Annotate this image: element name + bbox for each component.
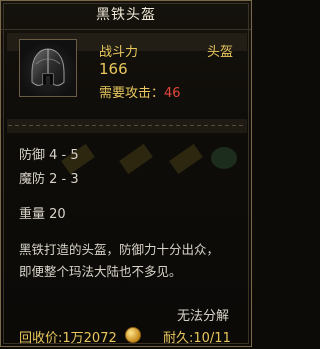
- description-line2: 即便整个玛法大陆也不多见。: [19, 264, 182, 279]
- item-tooltip: 黑铁头盔 战斗力 头盔 166 需要攻击：46 防御 4 - 5 魔防 2 - …: [0, 0, 252, 347]
- defense-stat: 防御 4 - 5: [19, 148, 79, 163]
- combat-power-label: 战斗力: [99, 45, 139, 60]
- background-ui: [119, 143, 153, 175]
- required-attack-value: 46: [164, 86, 181, 101]
- cannot-decompose: 无法分解: [177, 309, 230, 324]
- recycle-price: 回收价:1万2072: [19, 327, 117, 346]
- required-attack: 需要攻击：46: [99, 82, 181, 101]
- magic-defense-stat: 魔防 2 - 3: [19, 172, 79, 187]
- required-attack-label: 需要攻击：: [99, 86, 165, 101]
- durability: 耐久:10/11: [163, 331, 231, 346]
- recycle-price-value: 1万2072: [62, 331, 117, 346]
- background-ui: [211, 147, 237, 169]
- weight-stat: 重量 20: [19, 207, 66, 222]
- recycle-price-label: 回收价:: [19, 331, 63, 346]
- combat-power-value: 166: [99, 60, 128, 78]
- background-ui: [169, 143, 203, 175]
- background-ui: [7, 119, 247, 133]
- tooltip-title: 黑铁头盔: [1, 1, 251, 30]
- slot-type: 头盔: [207, 45, 234, 60]
- gold-coin-icon: [125, 327, 141, 343]
- helmet-icon: [31, 48, 65, 86]
- description-line1: 黑铁打造的头盔，防御力十分出众，: [19, 242, 220, 257]
- separator: [8, 125, 244, 126]
- item-slot: [19, 39, 77, 97]
